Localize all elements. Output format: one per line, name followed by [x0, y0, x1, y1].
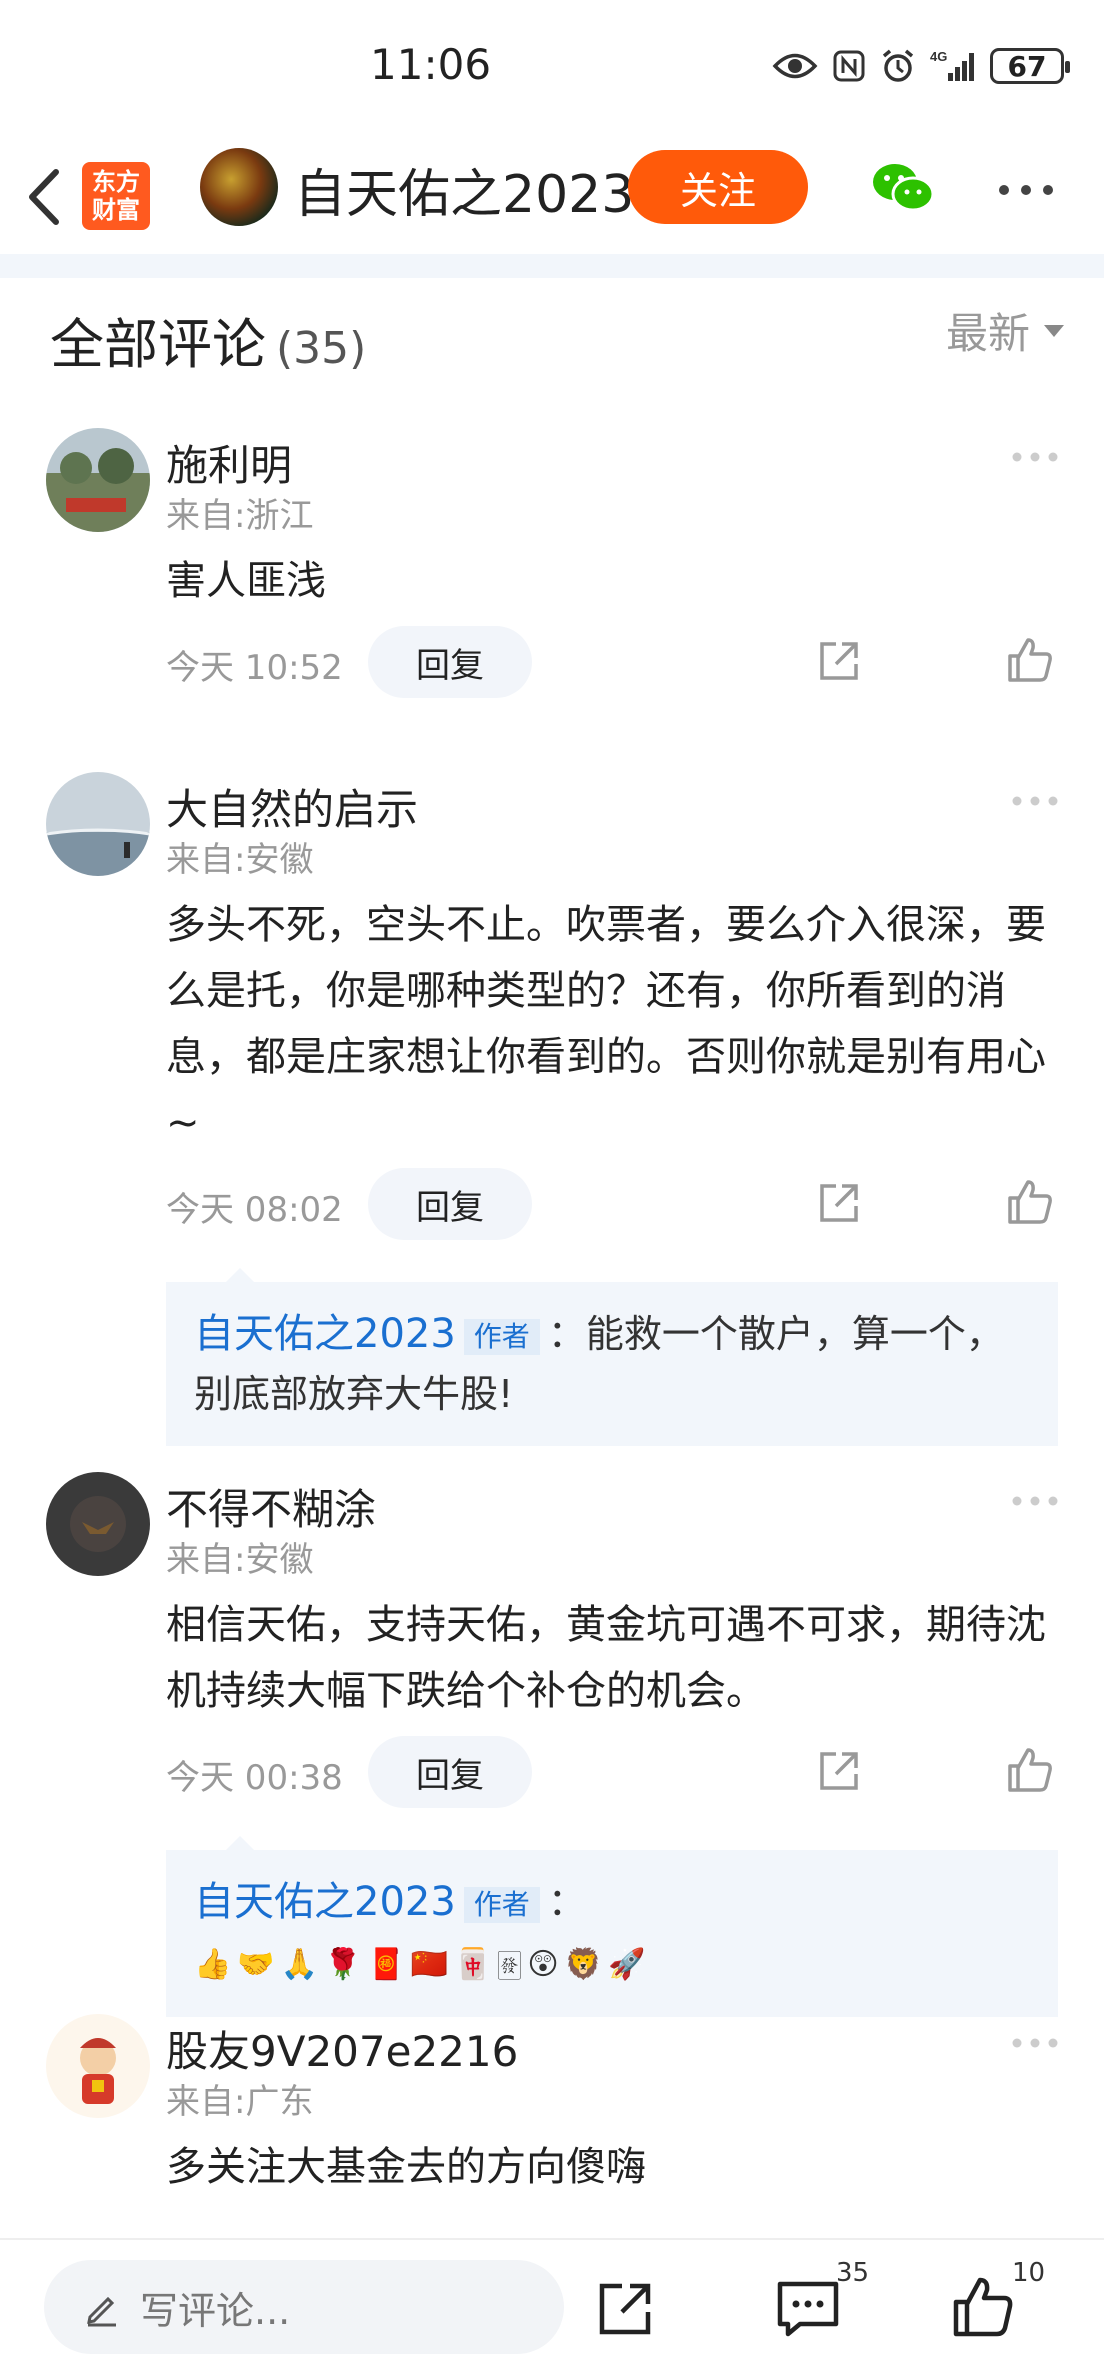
share-icon[interactable] — [816, 638, 862, 684]
follow-button[interactable]: 关注 — [628, 150, 808, 224]
emoji: 🌹 — [324, 1946, 362, 1982]
comment-text: 多关注大基金去的方向傻嗨 — [166, 2144, 646, 2190]
eye-icon — [772, 53, 818, 79]
author-badge: 作者 — [463, 1886, 540, 1923]
author-avatar[interactable] — [200, 148, 278, 226]
emoji: 🚀 — [608, 1946, 646, 1982]
author-name[interactable]: 自天佑之2023 — [294, 152, 634, 227]
comment-more-icon[interactable] — [1010, 2036, 1060, 2050]
bottom-action-bar: 写评论... 35 10 — [0, 2238, 1104, 2378]
commenter-name[interactable]: 股友9V207e2216 — [166, 2018, 518, 2079]
share-icon[interactable] — [816, 1180, 862, 1226]
share-icon[interactable] — [816, 1748, 862, 1794]
comment-time: 今天 00:38 — [166, 1758, 343, 1798]
reply-author-name[interactable]: 自天佑之2023 — [194, 1311, 456, 1357]
comment-meta: 今天 00:38 回复 — [166, 1736, 1066, 1808]
reply-button[interactable]: 回复 — [368, 626, 532, 698]
comment-time: 今天 08:02 — [166, 1190, 343, 1230]
author-badge: 作者 — [463, 1318, 540, 1355]
pen-icon — [87, 2296, 116, 2327]
status-time: 11:06 — [370, 40, 492, 89]
thumbs-up-icon[interactable] — [1006, 1746, 1054, 1794]
emoji: 😲 — [527, 1946, 559, 1982]
comment-time: 今天 10:52 — [166, 648, 343, 688]
commenter-location: 来自:安徽 — [166, 1540, 314, 1580]
status-bar: 11:06 4G 67 — [0, 0, 1104, 140]
share-icon[interactable] — [596, 2280, 654, 2338]
emoji: 🤝 — [237, 1946, 275, 1982]
comment-text: 多头不死，空头不止。吹票者，要么介入很深，要么是托，你是哪种类型的？还有，你所看… — [166, 902, 1046, 1146]
commenter-location: 来自:安徽 — [166, 840, 314, 880]
comment-placeholder: 写评论... — [140, 2288, 291, 2333]
comment-meta: 今天 10:52 回复 — [166, 626, 1066, 698]
commenter-location: 来自:广东 — [166, 2082, 314, 2122]
emoji: 🦁 — [564, 1946, 603, 1982]
sort-dropdown[interactable]: 最新 — [946, 300, 1064, 361]
write-comment-input[interactable]: 写评论... — [44, 2260, 564, 2354]
caret-down-icon — [1044, 324, 1064, 337]
comment-text: 害人匪浅 — [166, 558, 326, 604]
commenter-name[interactable]: 施利明 — [166, 432, 292, 493]
reply-author-name[interactable]: 自天佑之2023 — [194, 1879, 456, 1925]
eastmoney-logo[interactable]: 东方 财富 — [82, 162, 150, 230]
thumbs-up-icon[interactable] — [1006, 1178, 1054, 1226]
wechat-icon[interactable] — [870, 158, 936, 218]
comments-heading: 全部评论 (35) — [50, 313, 367, 376]
author-reply: 自天佑之2023 作者 ：能救一个散户，算一个，别底部放弃大牛股! — [166, 1268, 1058, 1446]
comments-icon[interactable] — [776, 2280, 840, 2338]
thumbs-up-icon[interactable] — [1006, 636, 1054, 684]
emoji: 🧧 — [367, 1946, 405, 1982]
more-options-icon[interactable] — [996, 180, 1056, 200]
emoji: 👍 — [194, 1946, 232, 1982]
emoji: 🙏 — [280, 1946, 319, 1982]
commenter-location: 来自:浙江 — [166, 496, 314, 536]
commenter-avatar[interactable] — [46, 772, 150, 876]
author-reply: 自天佑之2023 作者： 👍 🤝 🙏 🌹 🧧 🇨🇳 🀄 🀅 😲 🦁 🚀 — [166, 1836, 1058, 2017]
emoji: 🀅 — [497, 1946, 522, 1982]
comment-count-badge: 35 — [836, 2258, 870, 2288]
svg-text:4G: 4G — [930, 49, 947, 64]
comment-meta: 今天 08:02 回复 — [166, 1168, 1066, 1240]
commenter-name[interactable]: 大自然的启示 — [166, 776, 418, 837]
thumbs-up-icon[interactable] — [952, 2276, 1014, 2338]
back-arrow-icon[interactable] — [20, 162, 70, 232]
top-nav-bar: 东方 财富 自天佑之2023 关注 — [0, 140, 1104, 250]
reply-emojis: 👍 🤝 🙏 🌹 🧧 🇨🇳 🀄 🀅 😲 🦁 🚀 — [194, 1935, 645, 1995]
status-icons: 4G 67 — [772, 44, 1070, 88]
reply-text: ： — [547, 1880, 586, 1924]
commenter-avatar[interactable] — [46, 2014, 150, 2118]
commenter-name[interactable]: 不得不糊涂 — [166, 1476, 376, 1537]
comment-more-icon[interactable] — [1010, 1494, 1060, 1508]
commenter-avatar[interactable] — [46, 1472, 150, 1576]
reply-button[interactable]: 回复 — [368, 1168, 532, 1240]
emoji: 🇨🇳 — [410, 1946, 449, 1982]
battery-indicator: 67 — [990, 48, 1070, 84]
comment-text: 相信天佑，支持天佑，黄金坑可遇不可求，期待沈机持续大幅下跌给个补仓的机会。 — [166, 1602, 1046, 1714]
like-count-badge: 10 — [1012, 2258, 1046, 2288]
reply-button[interactable]: 回复 — [368, 1736, 532, 1808]
signal-icon: 4G — [930, 49, 974, 81]
emoji: 🀄 — [454, 1946, 492, 1982]
comment-more-icon[interactable] — [1010, 450, 1060, 464]
commenter-avatar[interactable] — [46, 428, 150, 532]
nfc-icon — [833, 50, 865, 82]
comment-more-icon[interactable] — [1010, 794, 1060, 808]
alarm-icon — [882, 49, 914, 82]
comments-count: (35) — [276, 323, 367, 374]
section-divider — [0, 254, 1104, 278]
